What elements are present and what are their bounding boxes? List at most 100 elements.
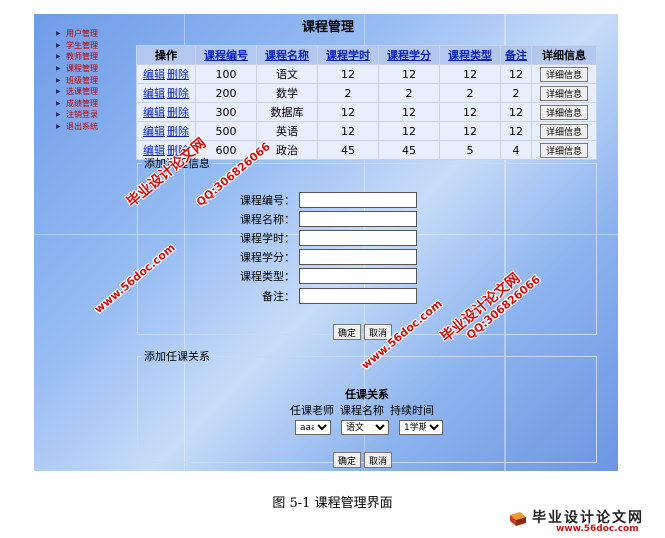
form-row: 课程编号： xyxy=(205,192,417,208)
edit-link[interactable]: 编辑 xyxy=(143,68,165,81)
cell-course-name: 语文 xyxy=(256,64,318,84)
course-header: 课程名称 xyxy=(340,404,384,417)
actions-cell: 编辑 删除 xyxy=(136,121,196,141)
actions-cell: 编辑 删除 xyxy=(136,64,196,84)
cell-credits: 12 xyxy=(378,121,440,141)
cell-course-id: 200 xyxy=(195,83,257,103)
detail-button[interactable]: 详细信息 xyxy=(539,66,588,82)
sidebar-item-courses[interactable]: ▶ 课程管理 xyxy=(56,63,136,75)
arrow-right-icon: ▶ xyxy=(56,99,61,107)
course-credits-label: 课程学分： xyxy=(240,251,295,264)
form-row: 课程类型： xyxy=(205,268,417,284)
sidebar-item-classes[interactable]: ▶ 班级管理 xyxy=(56,74,136,86)
detail-button[interactable]: 详细信息 xyxy=(539,85,588,101)
cell-course-name: 英语 xyxy=(256,121,318,141)
cell-hours: 2 xyxy=(317,83,379,103)
form-row: 课程名称： xyxy=(205,211,417,227)
sidebar-item-exit[interactable]: ▶ 退出系统 xyxy=(56,121,136,133)
col-header-actions: 操作 xyxy=(136,45,196,65)
table-row: 编辑 删除 200 数学 2 2 2 2 详细信息 xyxy=(136,83,597,103)
arrow-right-icon: ▶ xyxy=(56,65,61,73)
note-input[interactable] xyxy=(299,288,417,304)
cell-note: 12 xyxy=(500,102,532,122)
sort-link[interactable]: 课程学分 xyxy=(387,49,431,62)
detail-button[interactable]: 详细信息 xyxy=(539,104,588,120)
cell-credits: 12 xyxy=(378,64,440,84)
cell-note: 2 xyxy=(500,83,532,103)
course-name-label: 课程名称： xyxy=(240,213,295,226)
relation-selects: aaa 语文 1学期 xyxy=(295,420,443,435)
edit-link[interactable]: 编辑 xyxy=(143,106,165,119)
add-relation-legend: 添加任课关系 xyxy=(144,350,210,363)
sidebar-item-label: 选课管理 xyxy=(66,87,98,97)
sort-link[interactable]: 课程类型 xyxy=(448,49,492,62)
teacher-header: 任课老师 xyxy=(290,404,334,417)
course-hours-input[interactable] xyxy=(299,230,417,246)
course-id-input[interactable] xyxy=(299,192,417,208)
add-relation-panel: 添加任课关系 任课关系 任课老师 课程名称 持续时间 aaa 语文 1学期 确定… xyxy=(137,348,597,468)
arrow-right-icon: ▶ xyxy=(56,88,61,96)
form-row: 备注： xyxy=(205,288,417,304)
course-credits-input[interactable] xyxy=(299,249,417,265)
add-course-legend: 添加课程信息 xyxy=(144,157,210,170)
form-row: 课程学分： xyxy=(205,249,417,265)
edit-link[interactable]: 编辑 xyxy=(143,87,165,100)
form-row: 课程学时： xyxy=(205,230,417,246)
course-name-input[interactable] xyxy=(299,211,417,227)
col-header-course-name[interactable]: 课程名称 xyxy=(256,45,318,65)
sidebar-item-users[interactable]: ▶ 用户管理 xyxy=(56,28,136,40)
relation-confirm-button[interactable]: 确定 xyxy=(333,452,362,468)
course-select[interactable]: 语文 xyxy=(341,420,389,435)
cell-course-name: 数据库 xyxy=(256,102,318,122)
cancel-button[interactable]: 取消 xyxy=(364,324,393,340)
sort-link[interactable]: 课程学时 xyxy=(326,49,370,62)
sidebar-item-label: 成绩管理 xyxy=(66,98,98,108)
course-type-input[interactable] xyxy=(299,268,417,284)
sidebar-item-teachers[interactable]: ▶ 教师管理 xyxy=(56,51,136,63)
delete-link[interactable]: 删除 xyxy=(167,125,189,138)
arrow-right-icon: ▶ xyxy=(56,53,61,61)
col-header-hours[interactable]: 课程学时 xyxy=(317,45,379,65)
table-row: 编辑 删除 300 数据库 12 12 12 12 详细信息 xyxy=(136,102,597,122)
sidebar-item-students[interactable]: ▶ 学生管理 xyxy=(56,40,136,52)
relation-cancel-button[interactable]: 取消 xyxy=(364,452,393,468)
teacher-select[interactable]: aaa xyxy=(295,420,331,435)
delete-link[interactable]: 删除 xyxy=(167,68,189,81)
col-header-credits[interactable]: 课程学分 xyxy=(378,45,440,65)
actions-cell: 编辑 删除 xyxy=(136,83,196,103)
duration-select[interactable]: 1学期 xyxy=(399,420,443,435)
sidebar-item-label: 退出系统 xyxy=(66,122,98,132)
cell-note: 12 xyxy=(500,121,532,141)
cell-hours: 12 xyxy=(317,102,379,122)
detail-button[interactable]: 详细信息 xyxy=(539,123,588,139)
sort-link[interactable]: 备注 xyxy=(505,49,527,62)
col-header-detail: 详细信息 xyxy=(531,45,597,65)
cell-type: 12 xyxy=(439,64,501,84)
cell-course-id: 500 xyxy=(195,121,257,141)
sidebar-item-enrollment[interactable]: ▶ 选课管理 xyxy=(56,86,136,98)
sidebar-item-label: 注销登录 xyxy=(66,110,98,120)
doc-logo-icon xyxy=(510,512,526,526)
edit-link[interactable]: 编辑 xyxy=(143,125,165,138)
delete-link[interactable]: 删除 xyxy=(167,106,189,119)
cell-credits: 2 xyxy=(378,83,440,103)
col-header-note[interactable]: 备注 xyxy=(500,45,532,65)
sidebar-item-label: 用户管理 xyxy=(66,29,98,39)
sort-link[interactable]: 课程编号 xyxy=(204,49,248,62)
col-header-type[interactable]: 课程类型 xyxy=(439,45,501,65)
cell-hours: 12 xyxy=(317,121,379,141)
sidebar-item-label: 学生管理 xyxy=(66,40,98,50)
page-title: 课程管理 xyxy=(302,20,355,35)
delete-link[interactable]: 删除 xyxy=(167,87,189,100)
brand-logo-block: 毕业设计论文网 www.56doc.com xyxy=(508,507,658,535)
arrow-right-icon: ▶ xyxy=(56,76,61,84)
sort-link[interactable]: 课程名称 xyxy=(265,49,309,62)
sidebar-item-logout[interactable]: ▶ 注销登录 xyxy=(56,109,136,121)
col-header-course-id[interactable]: 课程编号 xyxy=(195,45,257,65)
sidebar-nav: ▶ 用户管理 ▶ 学生管理 ▶ 教师管理 ▶ 课程管理 ▶ 班级管理 ▶ 选课管理 ▶ 成绩管… xyxy=(56,28,136,132)
sidebar-item-grades[interactable]: ▶ 成绩管理 xyxy=(56,98,136,110)
actions-cell: 编辑 删除 xyxy=(136,102,196,122)
table-row: 编辑 删除 500 英语 12 12 12 12 详细信息 xyxy=(136,121,597,141)
cell-credits: 12 xyxy=(378,102,440,122)
confirm-button[interactable]: 确定 xyxy=(333,324,362,340)
